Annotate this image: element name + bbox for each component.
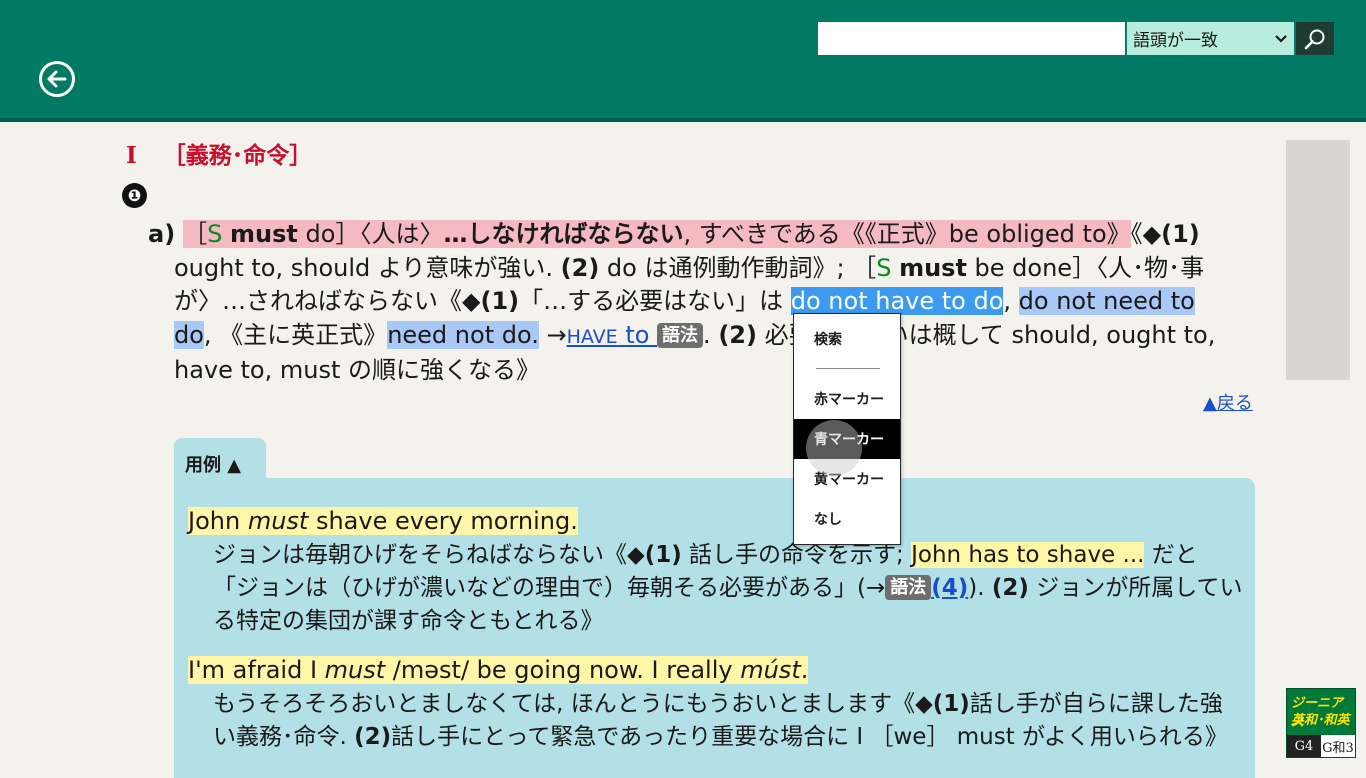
- usage-badge[interactable]: 語法: [885, 575, 932, 600]
- search-input[interactable]: [818, 22, 1125, 55]
- section-number: I: [126, 142, 137, 169]
- match-mode-value: 語頭が一致: [1133, 31, 1218, 51]
- menu-separator: [816, 368, 880, 369]
- definition-block: a) ［S must do］〈人は〉…しなければならない, すべきである《《正式》…: [148, 218, 1238, 388]
- app-logo: ジーニアス 英和･和英 G4 G和3: [1286, 688, 1356, 758]
- examples-tab[interactable]: 用例 ▲: [174, 438, 266, 480]
- sense-number: ❶: [122, 183, 147, 208]
- menu-item-search[interactable]: 検索: [794, 319, 900, 359]
- scrollbar-thumb[interactable]: [1286, 140, 1350, 380]
- back-button[interactable]: [39, 61, 75, 97]
- chevron-down-icon: [1275, 34, 1287, 43]
- sense-label: a): [148, 220, 176, 248]
- example-translation: ジョンは毎朝ひげをそらねばならない《◆(1) 話し手の命令を示す; John h…: [213, 542, 1243, 634]
- section-heading: I ［義務･命令］: [126, 136, 312, 170]
- touch-indicator: [806, 420, 862, 476]
- have-to-link[interactable]: HAVE to: [567, 321, 657, 349]
- menu-item-none[interactable]: なし: [794, 499, 900, 539]
- usage-4-link[interactable]: (4): [931, 575, 968, 601]
- arrow-left-icon: [47, 70, 67, 88]
- back-to-top-link[interactable]: ▲戻る: [1203, 389, 1253, 415]
- search-icon: [1304, 29, 1325, 49]
- match-mode-select[interactable]: 語頭が一致: [1127, 22, 1294, 55]
- section-title: ［義務･命令］: [162, 142, 313, 169]
- example-sentence[interactable]: I'm afraid I must /məst/ be going now. I…: [188, 654, 809, 687]
- search-button[interactable]: [1296, 22, 1334, 55]
- example-translation: もうそろそろおいとましなくては, ほんとうにもうおいとまします《◆(1)話し手が…: [213, 691, 1228, 750]
- definition-note: ought to, should より意味が強い. (2) do は通例動作動詞…: [174, 253, 1216, 385]
- blue-marker-highlight[interactable]: need not do.: [387, 320, 539, 349]
- app-header: 語頭が一致: [0, 0, 1366, 122]
- blue-marker-highlight[interactable]: do not have to do: [790, 287, 1004, 316]
- example-sentence[interactable]: John must shave every morning.: [188, 505, 578, 538]
- definition-text: a) ［S must do］〈人は〉…しなければならない, すべきである《《正式》…: [148, 220, 1200, 248]
- menu-item-red-marker[interactable]: 赤マーカー: [794, 379, 900, 419]
- usage-badge[interactable]: 語法: [657, 322, 704, 348]
